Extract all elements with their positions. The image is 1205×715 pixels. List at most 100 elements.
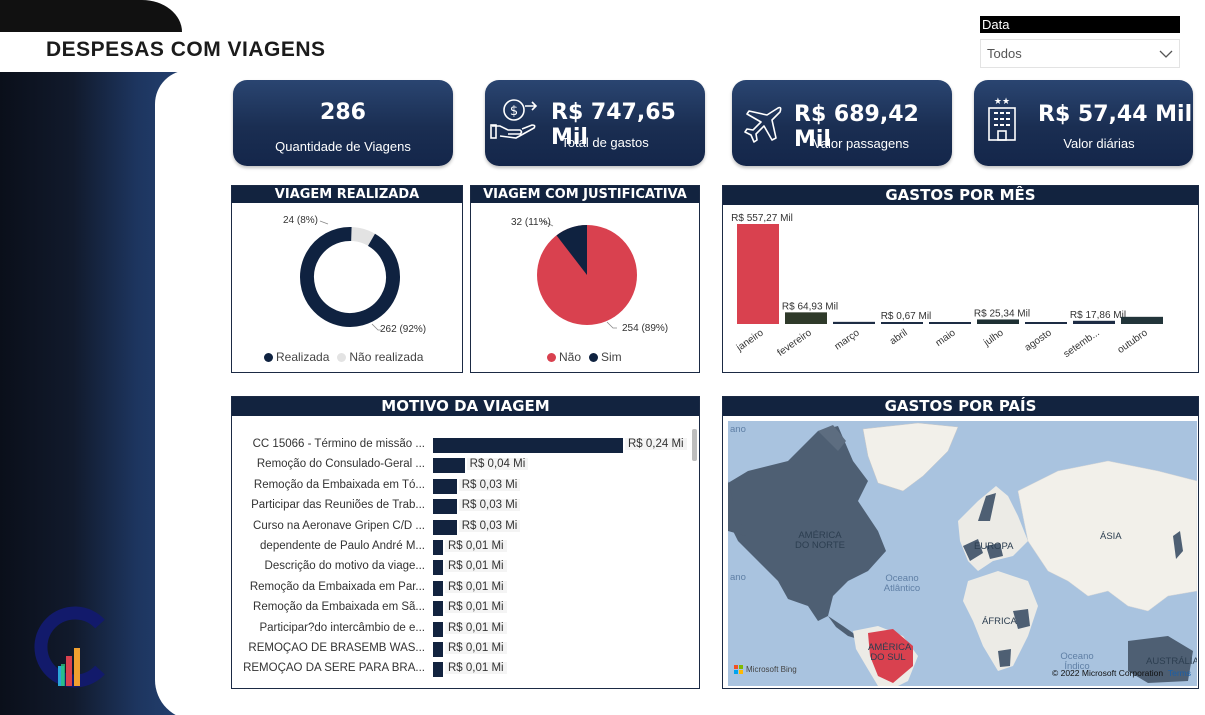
kpi-total-gastos: $ R$ 747,65 Mil Total de gastos xyxy=(485,80,705,166)
legend-item-nao-realizada[interactable]: Não realizada xyxy=(337,350,423,364)
motivo-bar[interactable] xyxy=(433,560,443,576)
motivo-value-label: R$ 0,01 Mi xyxy=(445,540,507,552)
world-map-shapes xyxy=(728,422,1197,686)
chevron-down-icon xyxy=(1159,50,1173,58)
svg-text:$: $ xyxy=(510,104,518,119)
motivo-viagem-card: MOTIVO DA VIAGEM CC 15066 - Término de m… xyxy=(231,396,700,689)
money-hand-icon: $ xyxy=(490,99,538,139)
motivo-value-label: R$ 0,03 Mi xyxy=(458,519,521,532)
date-filter-dropdown[interactable]: Todos xyxy=(980,39,1180,68)
motivo-row-label: Remoção do Consulado-Geral ... xyxy=(256,458,425,471)
motivo-row-label: REMOÇÃO DE BRASEMB WAS... xyxy=(248,642,425,654)
map-terms-link[interactable]: Terms xyxy=(1168,668,1191,678)
motivo-row-label: Remoção da Embaixada em Sã... xyxy=(253,601,425,614)
motivo-value-label: R$ 0,04 Mi xyxy=(466,458,529,471)
motivo-row-label: Participar?do intercâmbio de e... xyxy=(259,621,425,634)
date-filter-label: Data xyxy=(980,16,1180,33)
month-bar[interactable] xyxy=(833,321,875,324)
motivo-bar[interactable] xyxy=(433,519,457,535)
motivo-row[interactable]: Remoção do Consulado-Geral ... R$ 0,04 Mi xyxy=(232,456,692,476)
kpi-label: Valor diárias xyxy=(1063,136,1135,151)
motivo-row[interactable]: Remoção da Embaixada em Par... R$ 0,01 Mi xyxy=(232,579,692,599)
motivo-value-label: R$ 0,24 Mi xyxy=(625,438,687,450)
motivo-value-label: R$ 0,01 Mi xyxy=(445,601,507,614)
motivo-bar[interactable] xyxy=(433,438,623,453)
motivo-bar[interactable] xyxy=(433,540,443,555)
motivo-row-label: Participar das Reuniões de Trab... xyxy=(251,499,425,512)
month-bar[interactable] xyxy=(785,312,827,324)
motivo-bar[interactable] xyxy=(433,621,443,637)
viagem-realizada-donut xyxy=(300,220,400,331)
map-label-america-norte: AMÉRICA DO NORTE xyxy=(795,530,845,551)
kpi-label: Quantidade de Viagens xyxy=(275,139,411,154)
slice-label-sim: 32 (11%) xyxy=(511,217,551,228)
legend-item-nao[interactable]: Não xyxy=(547,350,581,364)
motivo-bar[interactable] xyxy=(433,478,457,494)
motivo-bar[interactable] xyxy=(433,662,443,678)
map-label-australia: AUSTRÁLIA xyxy=(1146,656,1197,667)
month-bar[interactable] xyxy=(977,319,1019,324)
slice-label-nao: 254 (89%) xyxy=(622,323,669,334)
motivo-row[interactable]: Curso na Aeronave Gripen C/D ... R$ 0,03 … xyxy=(232,518,692,538)
date-filter-value: Todos xyxy=(987,46,1022,61)
map-copyright: © 2022 Microsoft Corporation Terms xyxy=(1051,668,1191,678)
month-tick-label: janeiro xyxy=(734,327,766,354)
month-bar[interactable] xyxy=(1121,316,1163,324)
motivo-row[interactable]: Remoção da Embaixada em Sã... R$ 0,01 Mi xyxy=(232,599,692,619)
motivo-bar[interactable] xyxy=(433,580,443,596)
map-label-africa: ÁFRICA xyxy=(982,616,1017,627)
motivo-row[interactable]: Descrição do motivo da viage... R$ 0,01 M… xyxy=(232,558,692,578)
viagem-justificativa-title: VIAGEM COM JUSTIFICATIVA xyxy=(471,186,699,203)
viagem-justificativa-card: VIAGEM COM JUSTIFICATIVA 32 (11%) 254 (8… xyxy=(470,185,700,373)
motivo-bar[interactable] xyxy=(433,642,443,657)
motivo-row-label: Remoção da Embaixada em Par... xyxy=(249,580,425,593)
world-map[interactable]: AMÉRICA DO NORTE AMÉRICA DO SUL EUROPA Á… xyxy=(728,421,1197,686)
motivo-row[interactable]: CC 15066 - Término de missão ... R$ 0,24 … xyxy=(232,436,692,456)
slice-label-realizada: 262 (92%) xyxy=(380,324,427,335)
gastos-por-mes-chart: R$ 557,27 Mil janeiro R$ 64,93 Mil fevereir… xyxy=(731,213,1163,360)
viagem-justificativa-legend: Não Sim xyxy=(547,350,622,364)
legend-item-realizada[interactable]: Realizada xyxy=(264,350,329,364)
motivo-row[interactable]: Remoção da Embaixada em Tó... R$ 0,03 Mi xyxy=(232,477,692,497)
microsoft-logo-icon xyxy=(734,665,743,674)
donut-slice-realizada xyxy=(300,227,400,327)
month-bar[interactable] xyxy=(1073,320,1115,324)
month-tick-label: maio xyxy=(934,327,958,349)
motivo-bar[interactable] xyxy=(433,458,465,474)
date-filter: Data Todos xyxy=(980,16,1180,68)
month-bar[interactable] xyxy=(929,322,971,324)
motivo-row[interactable]: REMOÇÃO DE BRASEMB WAS... R$ 0,01 Mi xyxy=(232,640,692,660)
kpi-value: 286 xyxy=(320,100,366,125)
map-label-oceano-left-top: ano xyxy=(730,424,746,435)
legend-item-sim[interactable]: Sim xyxy=(589,350,622,364)
month-bar[interactable] xyxy=(737,224,779,324)
motivo-row-label: Remoção da Embaixada em Tó... xyxy=(253,478,425,491)
motivo-row[interactable]: Participar das Reuniões de Trab... R$ 0,0… xyxy=(232,497,692,517)
motivo-row-label: Descrição do motivo da viage... xyxy=(264,560,425,573)
viagem-realizada-legend: Realizada Não realizada xyxy=(264,350,423,364)
kpi-valor-diarias: ★★ R$ 57,44 Mil Valor diárias xyxy=(974,80,1193,166)
motivo-row[interactable]: Participar?do intercâmbio de e... R$ 0,01… xyxy=(232,620,692,640)
map-label-europa: EUROPA xyxy=(974,541,1014,552)
month-tick-label: outubro xyxy=(1116,327,1150,356)
motivo-bar[interactable] xyxy=(433,601,443,617)
motivo-bar[interactable] xyxy=(433,499,457,515)
month-data-label: R$ 0,67 Mil xyxy=(881,311,932,322)
svg-text:★★: ★★ xyxy=(994,97,1010,107)
gastos-por-pais-card: GASTOS POR PAÍS AMÉRICA DO NORTE AMÉRICA… xyxy=(722,396,1199,689)
slice-label-nao-realizada: 24 (8%) xyxy=(283,215,319,226)
motivo-value-label: R$ 0,01 Mi xyxy=(445,580,507,593)
month-data-label: R$ 557,27 Mil xyxy=(731,213,793,224)
month-bar[interactable] xyxy=(881,322,923,324)
motivo-row[interactable]: REMOÇÃO DA SERE PARA BRA... R$ 0,01 Mi xyxy=(232,660,692,680)
month-tick-label: setemb... xyxy=(1062,327,1102,360)
motivo-scrollbar[interactable] xyxy=(692,429,697,461)
motivo-value-label: R$ 0,01 Mi xyxy=(445,642,507,654)
month-bar[interactable] xyxy=(1025,322,1067,324)
motivo-row[interactable]: dependente de Paulo André M... R$ 0,01 Mi xyxy=(232,538,692,558)
motivo-row-label: dependente de Paulo André M... xyxy=(260,540,425,552)
motivo-row-label: Curso na Aeronave Gripen C/D ... xyxy=(253,519,425,532)
kpi-label: Total de gastos xyxy=(561,135,649,150)
motivo-value-label: R$ 0,01 Mi xyxy=(445,662,507,675)
motivo-value-label: R$ 0,01 Mi xyxy=(445,621,507,634)
